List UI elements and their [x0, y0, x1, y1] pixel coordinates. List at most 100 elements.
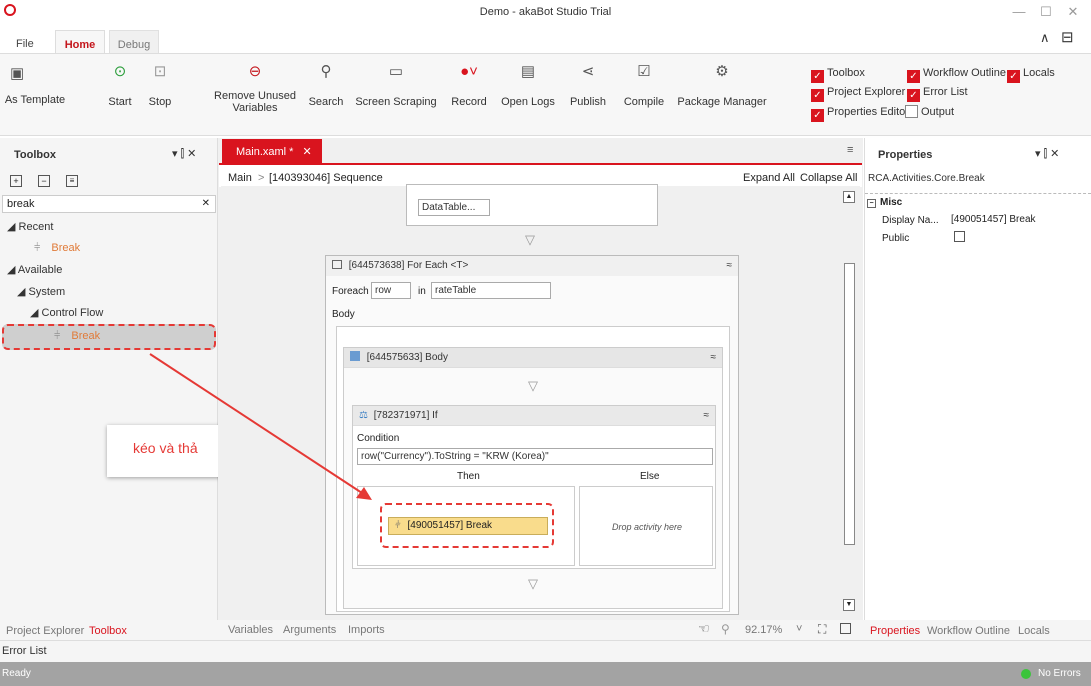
- else-branch[interactable]: Drop activity here: [579, 486, 713, 566]
- drop-activity-placeholder: Drop activity here: [612, 522, 683, 532]
- check-icon: ✓: [907, 89, 920, 102]
- misc-group-header[interactable]: − Misc: [867, 197, 902, 208]
- foreach-activity[interactable]: [644573638] For Each <T> ≈ Foreach row i…: [325, 255, 739, 615]
- collapse-icon[interactable]: ≈: [704, 406, 710, 426]
- expand-all-icon[interactable]: +: [10, 175, 22, 187]
- properties-type-name: RCA.Activities.Core.Break: [868, 173, 985, 184]
- tab-imports[interactable]: Imports: [348, 624, 385, 636]
- scroll-down-icon[interactable]: ▼: [843, 599, 855, 611]
- tree-recent-break[interactable]: ⫩ Break: [34, 238, 80, 259]
- compile-button[interactable]: ☑ Compile: [619, 62, 669, 108]
- package-manager-button[interactable]: ⚙ Package Manager: [676, 62, 768, 108]
- properties-pin-controls[interactable]: ▾ ⫿ ✕: [1035, 147, 1059, 161]
- collapse-icon[interactable]: ≈: [727, 256, 733, 276]
- breadcrumb-sequence[interactable]: [140393046] Sequence: [269, 172, 383, 184]
- minimize-button[interactable]: —: [1004, 4, 1034, 19]
- in-label: in: [418, 286, 426, 297]
- tab-error-list[interactable]: Error List: [2, 645, 47, 657]
- publish-button[interactable]: ⋖ Publish: [566, 62, 610, 108]
- tab-debug[interactable]: Debug: [109, 30, 159, 54]
- checkbox-icon: [905, 105, 918, 118]
- zoom-dropdown-icon[interactable]: ˅: [796, 623, 802, 635]
- open-logs-button[interactable]: ▤ Open Logs: [500, 62, 556, 108]
- workflow-outline-checkbox[interactable]: ✓ Workflow Outline: [907, 66, 1006, 83]
- remove-unused-variables-button[interactable]: ⊖ Remove Unused Variables: [210, 62, 300, 114]
- locals-checkbox[interactable]: ✓ Locals: [1007, 66, 1055, 83]
- tab-toolbox[interactable]: Toolbox: [89, 625, 127, 637]
- doc-dropdown-icon[interactable]: ≡: [847, 144, 853, 156]
- collapse-all-button[interactable]: Collapse All: [800, 172, 857, 184]
- tree-system[interactable]: ◢ System: [17, 282, 65, 303]
- error-list-bar: Error List: [0, 640, 1091, 662]
- tab-workflow-outline[interactable]: Workflow Outline: [927, 625, 1010, 637]
- if-activity[interactable]: ⚖ [782371971] If ≈ Condition row("Curren…: [352, 405, 716, 569]
- error-list-checkbox[interactable]: ✓ Error List: [907, 85, 968, 102]
- layout-icon[interactable]: ⊟: [1061, 28, 1074, 46]
- display-name-value[interactable]: [490051457] Break: [951, 214, 1036, 225]
- workflow-canvas: DataTable... ▽ [644573638] For Each <T> …: [221, 184, 860, 616]
- foreach-variable-input[interactable]: row: [371, 282, 411, 299]
- foreach-header: [644573638] For Each <T> ≈: [326, 256, 738, 276]
- close-button[interactable]: ✕: [1058, 4, 1088, 20]
- tab-file[interactable]: File: [10, 30, 40, 54]
- zoom-search-icon[interactable]: ⚲: [721, 622, 730, 636]
- save-template-icon: ▣: [10, 65, 25, 82]
- break-icon: ⫩: [395, 520, 401, 531]
- stop-button[interactable]: ⊡ Stop: [143, 62, 177, 108]
- output-checkbox[interactable]: Output: [905, 105, 954, 121]
- overview-icon[interactable]: [840, 623, 851, 634]
- break-activity[interactable]: ⫩ [490051457] Break: [388, 517, 548, 535]
- breadcrumb-main[interactable]: Main: [228, 172, 252, 184]
- expand-all-button[interactable]: Expand All: [743, 172, 795, 184]
- tab-arguments[interactable]: Arguments: [283, 624, 336, 636]
- project-explorer-checkbox[interactable]: ✓ Project Explorer: [811, 85, 905, 102]
- record-button[interactable]: ●˅ Record: [448, 62, 490, 108]
- condition-label: Condition: [357, 433, 400, 444]
- start-button[interactable]: ⊙ Start: [103, 62, 137, 108]
- scroll-thumb[interactable]: [844, 263, 855, 545]
- datatable-button[interactable]: DataTable...: [418, 199, 490, 216]
- remove-circle-icon: ⊖: [248, 63, 262, 80]
- error-count[interactable]: No Errors: [1038, 668, 1081, 679]
- properties-grid: − Misc Display Na... [490051457] Break Pu…: [865, 193, 1091, 244]
- as-template-button[interactable]: ▣ As Template: [0, 64, 70, 106]
- tab-properties[interactable]: Properties: [870, 625, 920, 637]
- public-checkbox[interactable]: [954, 231, 965, 242]
- break-icon: ⫩: [34, 242, 41, 254]
- search-button[interactable]: ⚲ Search: [305, 62, 347, 108]
- body-sequence[interactable]: [644575633] Body ≈ ▽ ⚖ [782371971] If ≈ …: [343, 347, 723, 609]
- scroll-up-icon[interactable]: ▲: [843, 191, 855, 203]
- screen-scraping-button[interactable]: ▭ Screen Scraping: [352, 62, 440, 108]
- tab-main-xaml[interactable]: Main.xaml * ✕: [222, 139, 322, 163]
- condition-input[interactable]: row("Currency").ToString = "KRW (Korea)": [357, 448, 713, 465]
- zoom-level[interactable]: 92.17%: [745, 624, 782, 636]
- tree-control-flow-break[interactable]: ⫩ Break: [2, 324, 216, 350]
- tab-project-explorer[interactable]: Project Explorer: [6, 625, 84, 637]
- properties-editor-checkbox[interactable]: ✓ Properties Editor: [811, 105, 909, 122]
- collapse-icon[interactable]: ≈: [711, 348, 717, 368]
- tree-control-flow[interactable]: ◢ Control Flow: [30, 303, 103, 324]
- toolbox-checkbox[interactable]: ✓ Toolbox: [811, 66, 865, 83]
- tree-available[interactable]: ◢ Available: [7, 260, 62, 281]
- toolbox-pin-controls[interactable]: ▾ ⫿ ✕: [172, 147, 196, 161]
- collapse-ribbon-icon[interactable]: ∧: [1040, 30, 1050, 46]
- toolbox-search-input[interactable]: break ✕: [2, 195, 216, 213]
- folder-icon: ▤: [520, 63, 536, 80]
- tab-locals[interactable]: Locals: [1018, 625, 1050, 637]
- tree-recent[interactable]: ◢ Recent: [7, 217, 53, 238]
- list-view-icon[interactable]: ≡: [66, 175, 78, 187]
- hand-icon[interactable]: ☜: [698, 621, 710, 637]
- stop-icon: ⊡: [153, 63, 167, 80]
- tab-home[interactable]: Home: [55, 30, 105, 54]
- tab-variables[interactable]: Variables: [228, 624, 273, 636]
- close-tab-icon[interactable]: ✕: [303, 146, 312, 158]
- fit-to-screen-icon[interactable]: ⛶: [818, 622, 826, 637]
- maximize-button[interactable]: ☐: [1031, 4, 1061, 20]
- clear-search-icon[interactable]: ✕: [202, 198, 210, 209]
- collapse-all-icon[interactable]: −: [38, 175, 50, 187]
- foreach-source-input[interactable]: rateTable: [431, 282, 551, 299]
- vertical-scrollbar[interactable]: ▲ ▼: [843, 191, 855, 611]
- package-icon: ⚙: [715, 63, 729, 80]
- title-bar: Demo - akaBot Studio Trial — ☐ ✕: [0, 0, 1091, 24]
- break-icon: ⫩: [54, 330, 61, 342]
